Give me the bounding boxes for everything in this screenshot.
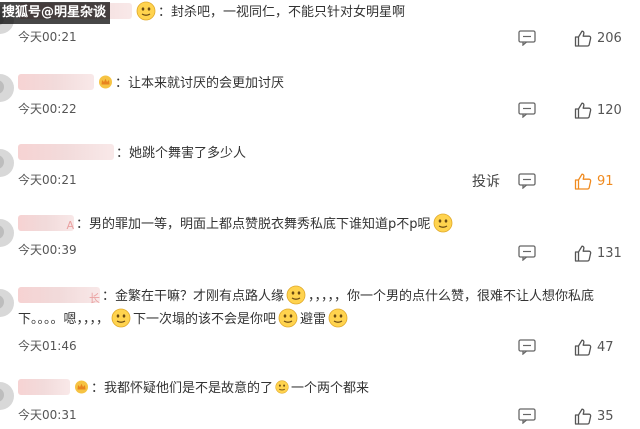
username[interactable] xyxy=(18,144,114,160)
thumbs-up-icon xyxy=(574,30,592,47)
thumbs-up-icon xyxy=(574,339,592,356)
comment-text: ：男的罪加一等，明面上都点赞脱衣舞秀私底下谁知道p不p呢 xyxy=(76,217,431,232)
laughing-emoji-icon xyxy=(433,213,453,233)
sweat-emoji-icon xyxy=(286,285,306,305)
thumbs-up-icon xyxy=(574,102,592,119)
like-button[interactable]: 35 xyxy=(574,408,622,425)
avatar[interactable] xyxy=(0,289,14,317)
comment-time: 今天00:39 xyxy=(18,243,77,257)
comment-time: 今天00:22 xyxy=(18,102,77,116)
avatar[interactable] xyxy=(0,149,14,177)
like-count: 91 xyxy=(597,173,614,189)
like-button[interactable]: 206 xyxy=(574,30,622,47)
watermark: 搜狐号@明星杂谈 xyxy=(0,2,111,24)
thumbs-up-icon xyxy=(574,245,592,262)
reply-icon[interactable] xyxy=(518,30,536,46)
comment-time: 今天00:31 xyxy=(18,408,77,422)
sweat-emoji-icon xyxy=(111,308,131,328)
comment-text: ：金繁在干嘛？才刚有点路人缘 xyxy=(102,289,285,304)
like-count: 47 xyxy=(597,339,614,355)
thumbs-up-icon xyxy=(574,408,592,425)
like-button[interactable]: 91 xyxy=(574,173,622,190)
emoji-icon xyxy=(136,1,156,21)
surprised-emoji-icon xyxy=(278,308,298,328)
smile-emoji-icon xyxy=(275,380,289,394)
like-button[interactable]: 120 xyxy=(574,102,622,119)
username[interactable]: A xyxy=(18,215,74,232)
reply-icon[interactable] xyxy=(518,173,536,189)
comment-text: 一个两个都来 xyxy=(291,381,370,396)
reply-icon[interactable] xyxy=(518,339,536,355)
username[interactable] xyxy=(18,74,94,90)
tongue-emoji-icon xyxy=(328,308,348,328)
vip-badge-icon xyxy=(98,75,113,89)
like-count: 120 xyxy=(597,102,622,118)
comment-text: ：她跳个舞害了多少人 xyxy=(116,146,247,161)
like-count: 206 xyxy=(597,30,622,46)
reply-icon[interactable] xyxy=(518,245,536,261)
comment-text: 下一次塌的该不会是你吧 xyxy=(133,312,277,327)
report-button[interactable]: 投诉 xyxy=(472,171,500,191)
comment-time: 今天00:21 xyxy=(18,30,77,44)
avatar[interactable] xyxy=(0,382,14,410)
comment-time: 今天00:21 xyxy=(18,173,77,187)
vip-badge-icon xyxy=(74,380,89,394)
avatar[interactable] xyxy=(0,74,14,102)
comment-text: ：我都怀疑他们是不是故意的了 xyxy=(91,381,274,396)
like-count: 35 xyxy=(597,408,614,424)
comment-text: ：让本来就讨厌的会更加讨厌 xyxy=(115,76,285,91)
avatar[interactable] xyxy=(0,219,14,247)
comment-time: 今天01:46 xyxy=(18,339,77,353)
comment-text: 避雷 xyxy=(300,312,327,327)
like-button[interactable]: 47 xyxy=(574,339,622,356)
username[interactable] xyxy=(18,379,70,395)
thumbs-up-icon xyxy=(574,173,592,190)
like-button[interactable]: 131 xyxy=(574,245,622,262)
reply-icon[interactable] xyxy=(518,102,536,118)
reply-icon[interactable] xyxy=(518,408,536,424)
like-count: 131 xyxy=(597,245,622,261)
comment-text: ：封杀吧，一视同仁，不能只针对女明星啊 xyxy=(158,5,406,20)
username[interactable]: 长 xyxy=(18,287,100,305)
